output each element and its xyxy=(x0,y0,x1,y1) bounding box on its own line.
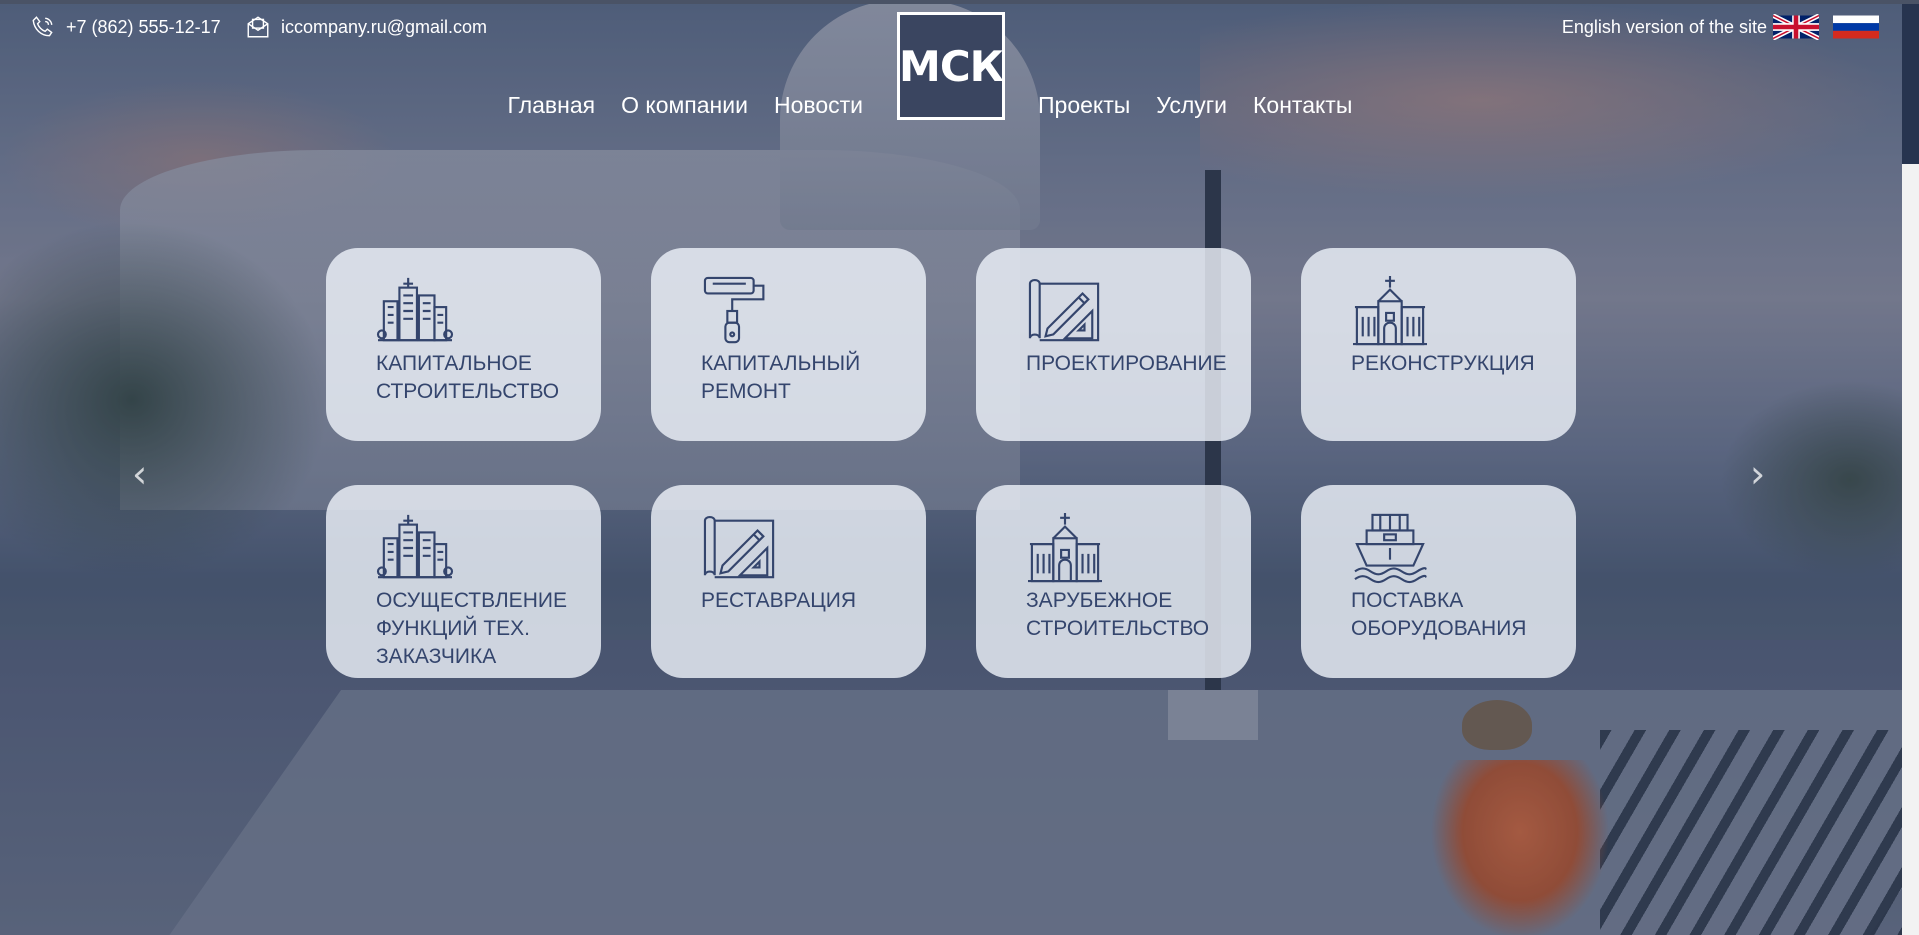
english-version-link[interactable]: English version of the site xyxy=(1562,17,1767,38)
scrollbar-thumb[interactable] xyxy=(1902,4,1919,164)
service-tile-reconstruction[interactable]: Реконструкция xyxy=(1301,248,1576,441)
service-tile-restoration[interactable]: Реставрация xyxy=(651,485,926,678)
site-logo[interactable]: МСК xyxy=(897,12,1005,120)
nav-about[interactable]: О компании xyxy=(621,92,748,119)
top-border xyxy=(0,0,1919,4)
phone-number: +7 (862) 555-12-17 xyxy=(66,16,221,37)
service-tile-capital-repair[interactable]: Капитальный ремонт xyxy=(651,248,926,441)
blueprint-pencil-icon xyxy=(1028,279,1100,342)
envelope-icon xyxy=(247,16,269,38)
chevron-left-icon: ‹ xyxy=(132,452,148,496)
header-phone[interactable]: +7 (862) 555-12-17 xyxy=(30,14,221,40)
service-tile-capital-construction[interactable]: Капитальное строительство xyxy=(326,248,601,441)
service-tile-equipment-supply[interactable]: Поставка оборудования xyxy=(1301,485,1576,678)
ru-flag-icon[interactable] xyxy=(1833,14,1879,40)
service-label: Реставрация xyxy=(701,589,857,612)
nav-projects[interactable]: Проекты xyxy=(1038,92,1130,119)
service-tile-technical-customer[interactable]: Осуществление функций тех. заказчика xyxy=(326,485,601,678)
uk-flag-icon[interactable] xyxy=(1773,14,1819,40)
church-icon xyxy=(1028,512,1102,583)
cargo-ship-icon xyxy=(1354,513,1427,584)
service-tile-foreign-construction[interactable]: Зарубежное строительство xyxy=(976,485,1251,678)
page-scrollbar[interactable] xyxy=(1902,4,1919,935)
main-nav-left: Главная О компании Новости xyxy=(508,92,863,119)
service-label: Проектирование xyxy=(1026,352,1227,375)
service-label: Капитальный ремонт xyxy=(701,352,861,403)
service-label: Поставка оборудования xyxy=(1351,589,1527,640)
phone-icon xyxy=(32,16,53,37)
header-email[interactable]: iccompany.ru@gmail.com xyxy=(245,14,487,40)
service-label: Капитальное строительство xyxy=(376,352,560,403)
church-icon xyxy=(1353,275,1427,346)
nav-contacts[interactable]: Контакты xyxy=(1253,92,1352,119)
main-nav-right: Проекты Услуги Контакты xyxy=(1038,92,1352,119)
logo-text: МСК xyxy=(899,41,1004,91)
city-buildings-icon xyxy=(376,514,454,579)
nav-home[interactable]: Главная xyxy=(508,92,596,119)
blueprint-pencil-icon xyxy=(703,516,775,579)
carousel-next-button[interactable]: › xyxy=(1750,452,1765,496)
service-tile-design[interactable]: Проектирование xyxy=(976,248,1251,441)
email-address: iccompany.ru@gmail.com xyxy=(281,16,487,37)
chevron-right-icon: › xyxy=(1750,452,1766,496)
service-label: Зарубежное строительство xyxy=(1026,589,1210,640)
nav-news[interactable]: Новости xyxy=(774,92,863,119)
carousel-prev-button[interactable]: ‹ xyxy=(132,452,147,496)
services-grid: Капитальное строительство Капитальный ре… xyxy=(326,248,1576,678)
service-label: Осуществление функций тех. заказчика xyxy=(376,589,567,668)
paint-roller-icon xyxy=(703,276,765,344)
city-buildings-icon xyxy=(376,277,454,342)
language-switcher: English version of the site xyxy=(1562,14,1879,40)
service-label: Реконструкция xyxy=(1351,352,1535,375)
nav-services[interactable]: Услуги xyxy=(1156,92,1227,119)
